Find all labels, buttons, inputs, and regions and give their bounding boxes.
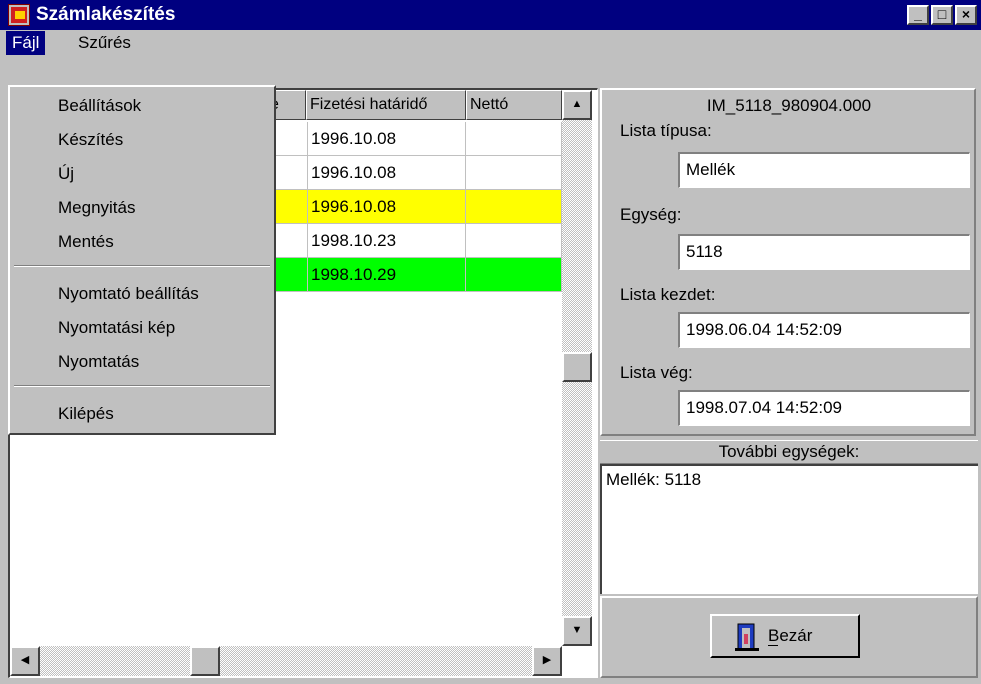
horizontal-scrollbar[interactable] [10, 646, 562, 676]
app-icon[interactable] [8, 4, 30, 26]
mnemonic-underline [768, 645, 778, 646]
unit-label: Egység: [620, 205, 682, 224]
menu-item-print[interactable]: Nyomtatás [58, 349, 139, 375]
menu-separator [14, 385, 270, 387]
window-title: Számlakészítés [36, 4, 176, 25]
menu-item-new[interactable]: Új [58, 161, 74, 187]
table-cell [466, 122, 562, 156]
list-type-label: Lista típusa: [620, 121, 712, 140]
table-cell [466, 258, 562, 292]
close-window-button[interactable]: × [955, 5, 977, 25]
table-cell: 1998.10.29 [308, 258, 466, 292]
scroll-left-arrow[interactable]: ◀ [10, 646, 40, 676]
scroll-up-arrow[interactable]: ▲ [562, 90, 592, 120]
more-units-header: További egységek: [600, 440, 978, 464]
vertical-scroll-thumb[interactable] [562, 352, 592, 382]
menu-item-save[interactable]: Mentés [58, 229, 114, 255]
menu-filter[interactable]: Szűrés [72, 31, 137, 55]
menu-item-print-preview[interactable]: Nyomtatási kép [58, 315, 175, 341]
column-header[interactable]: Nettó [466, 90, 562, 120]
table-cell: 1998.10.23 [308, 224, 466, 258]
scroll-down-arrow[interactable]: ▼ [562, 616, 592, 646]
list-start-field[interactable]: 1998.06.04 14:52:09 [678, 312, 970, 348]
list-type-field[interactable]: Mellék [678, 152, 970, 188]
list-start-label: Lista kezdet: [620, 285, 716, 304]
maximize-button[interactable]: □ [931, 5, 953, 25]
menu-item-create[interactable]: Készítés [58, 127, 123, 153]
table-cell: 1996.10.08 [308, 190, 466, 224]
menu-item-exit[interactable]: Kilépés [58, 401, 114, 427]
close-button[interactable]: Bezár [710, 614, 860, 658]
list-end-label: Lista vég: [620, 363, 693, 382]
table-cell [466, 224, 562, 258]
more-units-list[interactable]: Mellék: 5118 [600, 464, 978, 594]
unit-field[interactable]: 5118 [678, 234, 970, 270]
door-icon [735, 623, 759, 651]
menu-item-printer-setup[interactable]: Nyomtató beállítás [58, 281, 199, 307]
file-name: IM_5118_980904.000 [706, 96, 872, 115]
horizontal-scroll-thumb[interactable] [190, 646, 220, 676]
list-end-field[interactable]: 1998.07.04 14:52:09 [678, 390, 970, 426]
file-menu-dropdown: Beállítások Készítés Új Megnyitás Mentés… [8, 85, 276, 435]
table-cell: 1996.10.08 [308, 122, 466, 156]
menu-bar [0, 30, 981, 56]
minimize-button[interactable]: _ [907, 5, 929, 25]
menu-item-settings[interactable]: Beállítások [58, 93, 141, 119]
menu-item-open[interactable]: Megnyitás [58, 195, 135, 221]
table-cell: 1996.10.08 [308, 156, 466, 190]
menu-separator [14, 265, 270, 267]
table-cell [466, 190, 562, 224]
table-cell [466, 156, 562, 190]
menu-file[interactable]: Fájl [6, 31, 46, 55]
column-header[interactable]: Fizetési határidő [306, 90, 466, 120]
scroll-right-arrow[interactable]: ▶ [532, 646, 562, 676]
